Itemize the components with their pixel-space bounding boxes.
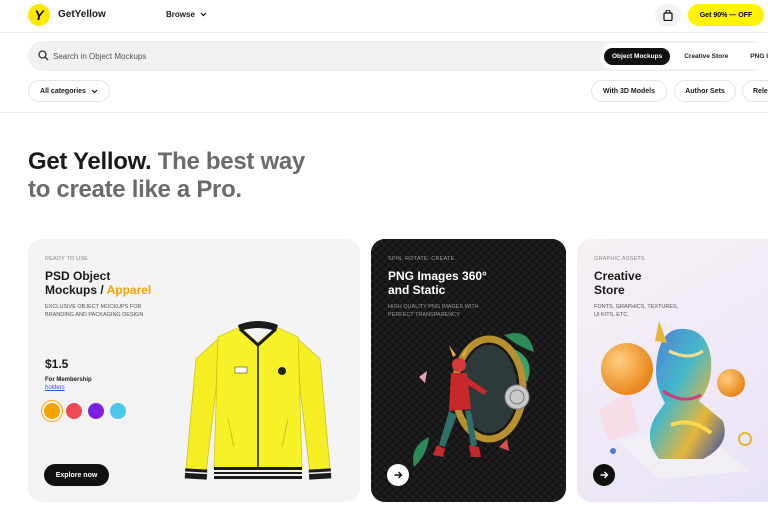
card-title-line1: PNG Images 360° <box>388 269 487 283</box>
browse-menu[interactable]: Browse <box>166 10 207 19</box>
card-title: PSD Object Mockups / Apparel <box>45 269 151 297</box>
swatch-red[interactable] <box>66 403 82 419</box>
png-images-arrow-button[interactable] <box>387 464 409 486</box>
search-input[interactable] <box>53 49 353 63</box>
swatch-cyan[interactable] <box>110 403 126 419</box>
discount-cta-button[interactable]: Get 90% — OFF <box>688 4 764 26</box>
bomber-jacket-image <box>184 321 332 480</box>
tab-creative-store[interactable]: Creative Store <box>676 48 736 65</box>
hero-muted-line2: to create like a Pro. <box>28 176 242 203</box>
card-description: Exclusive object mockups for branding an… <box>45 303 143 319</box>
card-title-accent: Apparel <box>106 283 152 297</box>
arrow-right-icon <box>394 471 402 479</box>
cart-button[interactable] <box>655 4 681 26</box>
card-creative-store[interactable]: Graphic assets Creative Store Fonts, gra… <box>577 239 768 502</box>
logo[interactable]: Y <box>28 4 50 26</box>
card-desc-line1: Fonts, graphics, textures, <box>594 304 679 310</box>
top-nav: Y GetYellow Browse Get 90% — OFF <box>0 0 768 30</box>
color-swatches <box>44 403 126 419</box>
card-eyebrow: Ready to use <box>45 256 89 262</box>
all-categories-dropdown[interactable]: All categories <box>28 80 110 102</box>
swatch-purple[interactable] <box>88 403 104 419</box>
explore-now-button[interactable]: Explore now <box>44 464 109 486</box>
card-title: Creative Store <box>594 269 641 297</box>
chevron-down-icon <box>91 89 98 93</box>
card-title-line2: Store <box>594 283 625 297</box>
card-title-line2: and Static <box>388 283 446 297</box>
card-eyebrow: Spin. Rotate. Create. <box>388 256 457 262</box>
tab-object-mockups[interactable]: Object Mockups <box>604 47 671 65</box>
search-scope-tabs: Object Mockups Creative Store PNG Images <box>600 43 768 69</box>
card-desc-line1: High quality PNG images with <box>388 304 479 310</box>
card-png-images[interactable]: Spin. Rotate. Create. PNG Images 360° an… <box>371 239 566 502</box>
card-desc-line2: UI kits, etc. <box>594 312 629 318</box>
card-description: Fonts, graphics, textures, UI kits, etc. <box>594 303 678 319</box>
price: $1.5 <box>45 357 69 371</box>
all-categories-label: All categories <box>40 87 86 95</box>
filter-divider <box>0 112 768 113</box>
mirror-figure-image <box>413 333 534 467</box>
bag-icon <box>663 9 673 21</box>
card-title-line2: Mockups / <box>45 283 107 297</box>
filter-chip-author-sets[interactable]: Author Sets <box>674 80 736 102</box>
search-bar: Object Mockups Creative Store PNG Images <box>28 41 768 71</box>
creative-store-arrow-button[interactable] <box>593 464 615 486</box>
filter-chip-releases[interactable]: Rele <box>742 80 768 102</box>
card-eyebrow: Graphic assets <box>594 256 645 262</box>
tab-png-images[interactable]: PNG Images <box>742 48 768 65</box>
card-object-mockups[interactable]: Ready to use PSD Object Mockups / Appare… <box>28 239 360 502</box>
swatch-orange[interactable] <box>44 403 60 419</box>
price-note: For Membership holders <box>45 376 92 392</box>
nav-divider <box>0 32 768 33</box>
card-title: PNG Images 360° and Static <box>388 269 487 297</box>
search-icon <box>38 50 49 61</box>
logo-letter: Y <box>34 7 44 23</box>
abstract-bust-image <box>599 321 752 479</box>
hero-bold: Get Yellow. <box>28 148 152 175</box>
membership-link[interactable]: holders <box>45 385 65 391</box>
brand-name[interactable]: GetYellow <box>58 9 106 20</box>
chevron-down-icon <box>200 12 207 17</box>
card-desc-line2: branding and packaging design <box>45 312 144 318</box>
filter-chip-3d-models[interactable]: With 3D Models <box>591 80 667 102</box>
browse-label: Browse <box>166 10 195 19</box>
card-desc-line1: Exclusive object mockups for <box>45 304 142 310</box>
price-note-text: For Membership <box>45 377 92 383</box>
hero-muted-line1: The best way <box>157 148 305 175</box>
card-description: High quality PNG images with perfect tra… <box>388 303 479 319</box>
hero-headline: Get Yellow. The best way to create like … <box>28 148 305 204</box>
card-title-line1: PSD Object <box>45 269 111 283</box>
card-title-line1: Creative <box>594 269 642 283</box>
arrow-right-icon <box>600 471 608 479</box>
card-desc-line2: perfect transparency <box>388 312 460 318</box>
